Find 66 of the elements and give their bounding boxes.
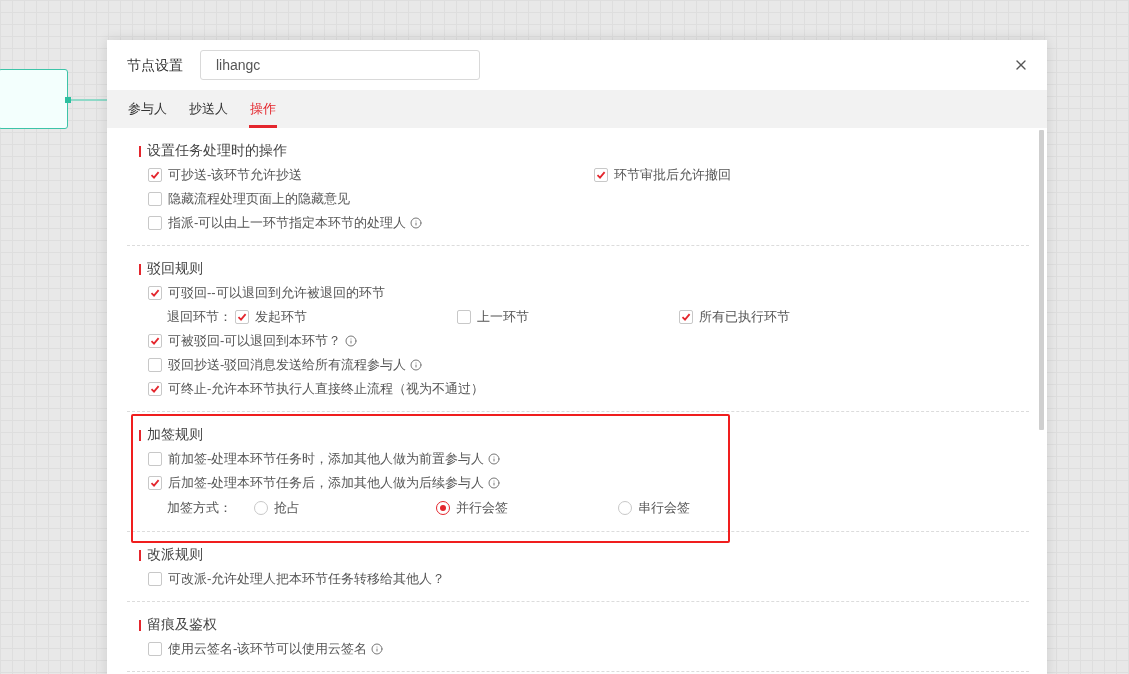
checkbox-label: 所有已执行环节 [699, 308, 790, 327]
checkbox-label: 使用云签名-该环节可以使用云签名 [168, 640, 368, 659]
section-title: 设置任务处理时的操作 [147, 141, 287, 160]
checkbox-label: 上一环节 [477, 308, 529, 327]
radio-button[interactable] [618, 501, 632, 515]
checkbox[interactable] [148, 572, 162, 586]
checkbox-label: 驳回抄送-驳回消息发送给所有流程参与人 [168, 356, 407, 375]
tab[interactable]: 操作 [249, 90, 277, 128]
flow-node[interactable] [0, 69, 68, 129]
checkbox-label: 前加签-处理本环节任务时，添加其他人做为前置参与人 [168, 450, 485, 469]
checkbox[interactable] [457, 310, 471, 324]
checkbox-label: 指派-可以由上一环节指定本环节的处理人 [168, 214, 407, 233]
checkbox[interactable] [148, 334, 162, 348]
checkbox-label: 发起环节 [255, 308, 307, 327]
checkbox[interactable] [148, 642, 162, 656]
checkbox[interactable] [148, 382, 162, 396]
section-title: 改派规则 [147, 545, 203, 564]
check-icon [150, 336, 160, 346]
check-icon [681, 312, 691, 322]
checkbox[interactable] [148, 168, 162, 182]
checkbox-label: 可抄送-该环节允许抄送 [168, 166, 303, 185]
radio-label: 并行会签 [456, 499, 508, 518]
check-icon [150, 288, 160, 298]
check-icon [150, 170, 160, 180]
checkbox[interactable] [148, 286, 162, 300]
checkbox[interactable] [148, 452, 162, 466]
check-icon [150, 478, 160, 488]
scrollbar-thumb[interactable] [1038, 130, 1044, 430]
connector-line [68, 99, 108, 101]
info-icon[interactable] [488, 453, 501, 465]
checkbox-label: 隐藏流程处理页面上的隐藏意见 [168, 190, 350, 209]
checkbox[interactable] [148, 476, 162, 490]
info-icon[interactable] [410, 359, 423, 371]
checkbox[interactable] [594, 168, 608, 182]
radio-label: 抢占 [274, 499, 300, 518]
field-label: 退回环节： [167, 308, 233, 327]
info-icon[interactable] [345, 335, 358, 347]
check-icon [596, 170, 606, 180]
section-title: 驳回规则 [147, 259, 203, 278]
checkbox[interactable] [679, 310, 693, 324]
checkbox[interactable] [148, 216, 162, 230]
info-icon[interactable] [371, 643, 384, 655]
checkbox-label: 可被驳回-可以退回到本环节？ [168, 332, 342, 351]
info-icon[interactable] [410, 217, 423, 229]
section-title: 留痕及鉴权 [147, 615, 217, 634]
check-icon [150, 384, 160, 394]
section-title: 加签规则 [147, 425, 203, 444]
radio-button[interactable] [254, 501, 268, 515]
field-label: 加签方式： [167, 499, 233, 518]
check-icon [237, 312, 247, 322]
checkbox-label: 环节审批后允许撤回 [614, 166, 731, 185]
port-handle[interactable] [65, 97, 71, 103]
radio-button[interactable] [436, 501, 450, 515]
checkbox[interactable] [148, 358, 162, 372]
checkbox-label: 可驳回--可以退回到允许被退回的环节 [168, 284, 385, 303]
checkbox[interactable] [148, 192, 162, 206]
checkbox-label: 可终止-允许本环节执行人直接终止流程（视为不通过） [168, 380, 485, 399]
checkbox-label: 可改派-允许处理人把本环节任务转移给其他人？ [168, 570, 446, 589]
checkbox-label: 后加签-处理本环节任务后，添加其他人做为后续参与人 [168, 474, 485, 493]
dialog-title: 节点设置 [127, 55, 183, 75]
checkbox[interactable] [235, 310, 249, 324]
name-input[interactable]: lihangc [200, 50, 480, 80]
info-icon[interactable] [488, 477, 501, 489]
tab[interactable]: 参与人 [127, 90, 168, 128]
tab[interactable]: 抄送人 [188, 90, 229, 128]
radio-label: 串行会签 [638, 499, 690, 518]
